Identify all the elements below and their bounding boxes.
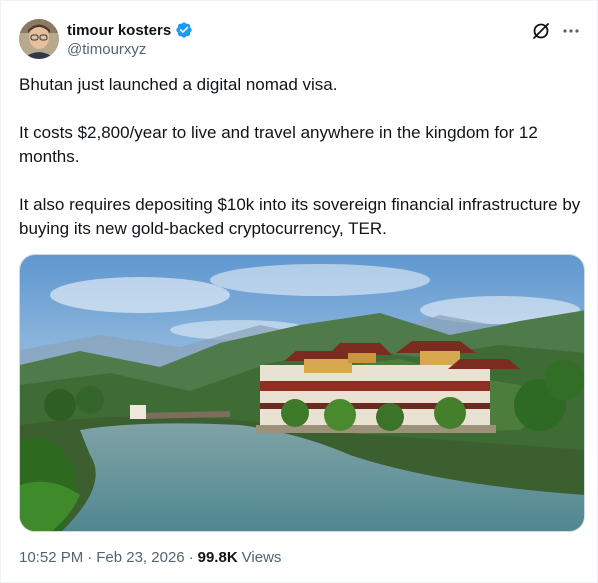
handle[interactable]: @timourxyz	[67, 41, 193, 58]
more-options-icon[interactable]	[561, 21, 581, 41]
tweet-photo[interactable]	[19, 254, 585, 532]
photo-illustration	[20, 255, 584, 531]
avatar[interactable]	[19, 19, 59, 59]
verified-badge-icon	[175, 21, 193, 39]
author-names: timour kosters @timourxyz	[67, 20, 193, 58]
tweet-card: timour kosters @timourxyz Bhutan just la…	[0, 0, 598, 583]
tweet-paragraph: It costs $2,800/year to live and travel …	[19, 123, 538, 166]
tweet-paragraph: It also requires depositing $10k into it…	[19, 195, 581, 238]
tweet-paragraph: Bhutan just launched a digital nomad vis…	[19, 75, 338, 94]
grok-icon[interactable]	[531, 21, 551, 41]
tweet-text: Bhutan just launched a digital nomad vis…	[19, 73, 585, 241]
tweet-header: timour kosters @timourxyz	[19, 17, 581, 61]
tweet-time[interactable]: 10:52 PM	[19, 549, 83, 566]
display-name[interactable]: timour kosters	[67, 22, 171, 39]
meta-separator: ·	[87, 549, 93, 566]
tweet-date[interactable]: Feb 23, 2026	[96, 549, 184, 566]
meta-separator: ·	[188, 549, 194, 566]
views-label: Views	[241, 549, 282, 566]
header-actions	[531, 21, 581, 41]
tweet-meta: 10:52 PM · Feb 23, 2026 · 99.8K Views	[19, 549, 281, 566]
views-count[interactable]: 99.8K	[198, 549, 238, 566]
